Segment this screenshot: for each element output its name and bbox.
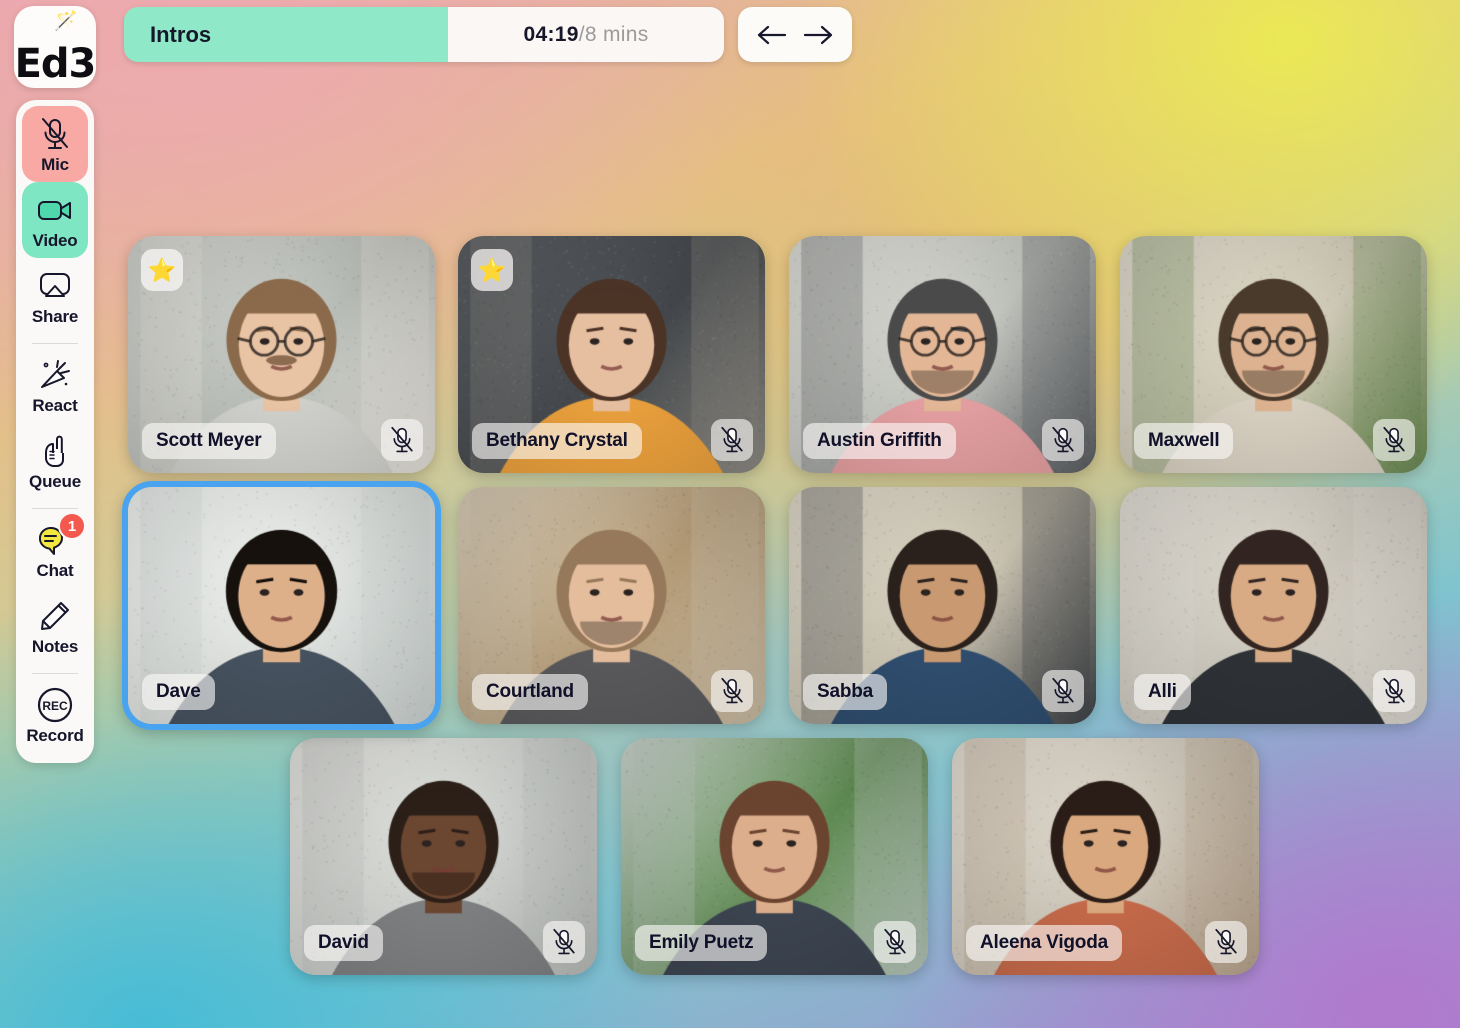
participant-mic-muted-indicator [1042,670,1084,712]
sidebar-label-react: React [32,396,77,416]
participant-mic-muted-indicator [1373,670,1415,712]
mic-muted-icon [719,677,745,705]
sidebar-divider-3 [32,673,78,674]
sidebar-label-record: Record [26,726,83,746]
participant-tile[interactable]: Sabba [789,487,1096,724]
sidebar-item-share[interactable]: Share [22,258,88,334]
mic-muted-icon [1381,426,1407,454]
tool-sidebar: Mic Video Share React Queue 1 Chat Notes… [16,100,94,763]
participant-mic-muted-indicator [543,921,585,963]
mic-muted-icon [1050,677,1076,705]
participant-tile[interactable]: Courtland [458,487,765,724]
mic-muted-icon [1050,426,1076,454]
segment-title[interactable]: Intros [124,7,448,62]
participant-tile[interactable]: Austin Griffith [789,236,1096,473]
participant-tile[interactable]: ⭐ Bethany Crystal [458,236,765,473]
sidebar-item-notes[interactable]: Notes [22,588,88,664]
mic-muted-icon [882,928,908,956]
sidebar-label-queue: Queue [29,472,81,492]
participant-name: Austin Griffith [803,423,956,459]
participant-tile[interactable]: Dave [122,481,441,730]
participant-mic-muted-indicator [711,419,753,461]
app-logo[interactable]: 🪄 Ed3 [14,6,96,88]
star-icon[interactable]: ⭐ [141,249,183,291]
timer-elapsed: 04:19 [523,23,578,47]
next-segment-button[interactable] [800,17,836,53]
mic-muted-icon [389,426,415,454]
raised-hand-icon [40,432,70,470]
rec-icon: REC [35,686,75,724]
participant-mic-muted-indicator [1373,419,1415,461]
sidebar-divider-1 [32,343,78,344]
participant-name: Alli [1134,674,1191,710]
agenda-segment-bar: Intros 04:19/8 mins [124,7,724,62]
mic-muted-icon [39,115,71,153]
sidebar-item-chat[interactable]: 1 Chat [22,512,88,588]
arrow-right-icon [803,24,833,46]
segment-timer: 04:19/8 mins [448,7,724,62]
sidebar-label-video: Video [33,231,78,251]
participant-tile[interactable]: Maxwell [1120,236,1427,473]
participant-tile[interactable]: David [290,738,597,975]
participant-mic-muted-indicator [711,670,753,712]
sidebar-item-react[interactable]: React [22,347,88,423]
participant-name: Dave [142,674,215,710]
segment-nav [738,7,852,62]
share-icon [37,267,73,305]
participant-tile[interactable]: Alli [1120,487,1427,724]
mic-muted-icon [719,426,745,454]
participant-grid: ⭐ Scott Meyer ⭐ Bethany Crystal Austin Griff… [0,0,1460,1028]
video-icon [37,191,73,229]
participant-name: Courtland [472,674,588,710]
svg-text:REC: REC [42,699,68,713]
star-icon[interactable]: ⭐ [471,249,513,291]
chat-unread-badge: 1 [58,512,86,540]
mic-muted-icon [551,928,577,956]
sidebar-item-queue[interactable]: Queue [22,423,88,499]
timer-total: /8 mins [579,23,649,47]
mic-muted-icon [1213,928,1239,956]
sidebar-item-video[interactable]: Video [22,182,88,258]
sidebar-label-share: Share [32,307,78,327]
arrow-left-icon [757,24,787,46]
participant-mic-muted-indicator [381,419,423,461]
party-popper-icon [38,356,72,394]
meeting-app: 🪄 Ed3 Intros 04:19/8 mins Mic Video Shar… [0,0,1460,1028]
prev-segment-button[interactable] [754,17,790,53]
participant-tile[interactable]: Emily Puetz [621,738,928,975]
sidebar-item-record[interactable]: REC Record [22,677,88,753]
participant-tile[interactable]: Aleena Vigoda [952,738,1259,975]
participant-mic-muted-indicator [1205,921,1247,963]
sidebar-item-mic[interactable]: Mic [22,106,88,182]
logo-wordmark: Ed3 [15,44,96,84]
magic-wand-icon: 🪄 [54,12,78,31]
sidebar-divider-2 [32,508,78,509]
participant-name: David [304,925,383,961]
participant-name: Emily Puetz [635,925,767,961]
participant-tile[interactable]: ⭐ Scott Meyer [128,236,435,473]
participant-name: Maxwell [1134,423,1233,459]
sidebar-label-mic: Mic [41,155,69,175]
participant-name: Bethany Crystal [472,423,642,459]
participant-name: Sabba [803,674,887,710]
participant-mic-muted-indicator [874,921,916,963]
mic-muted-icon [1381,677,1407,705]
sidebar-label-chat: Chat [37,561,74,581]
participant-name: Aleena Vigoda [966,925,1122,961]
sidebar-label-notes: Notes [32,637,78,657]
participant-mic-muted-indicator [1042,419,1084,461]
pencil-icon [39,597,71,635]
meeting-header: Intros 04:19/8 mins [124,7,852,62]
participant-name: Scott Meyer [142,423,276,459]
